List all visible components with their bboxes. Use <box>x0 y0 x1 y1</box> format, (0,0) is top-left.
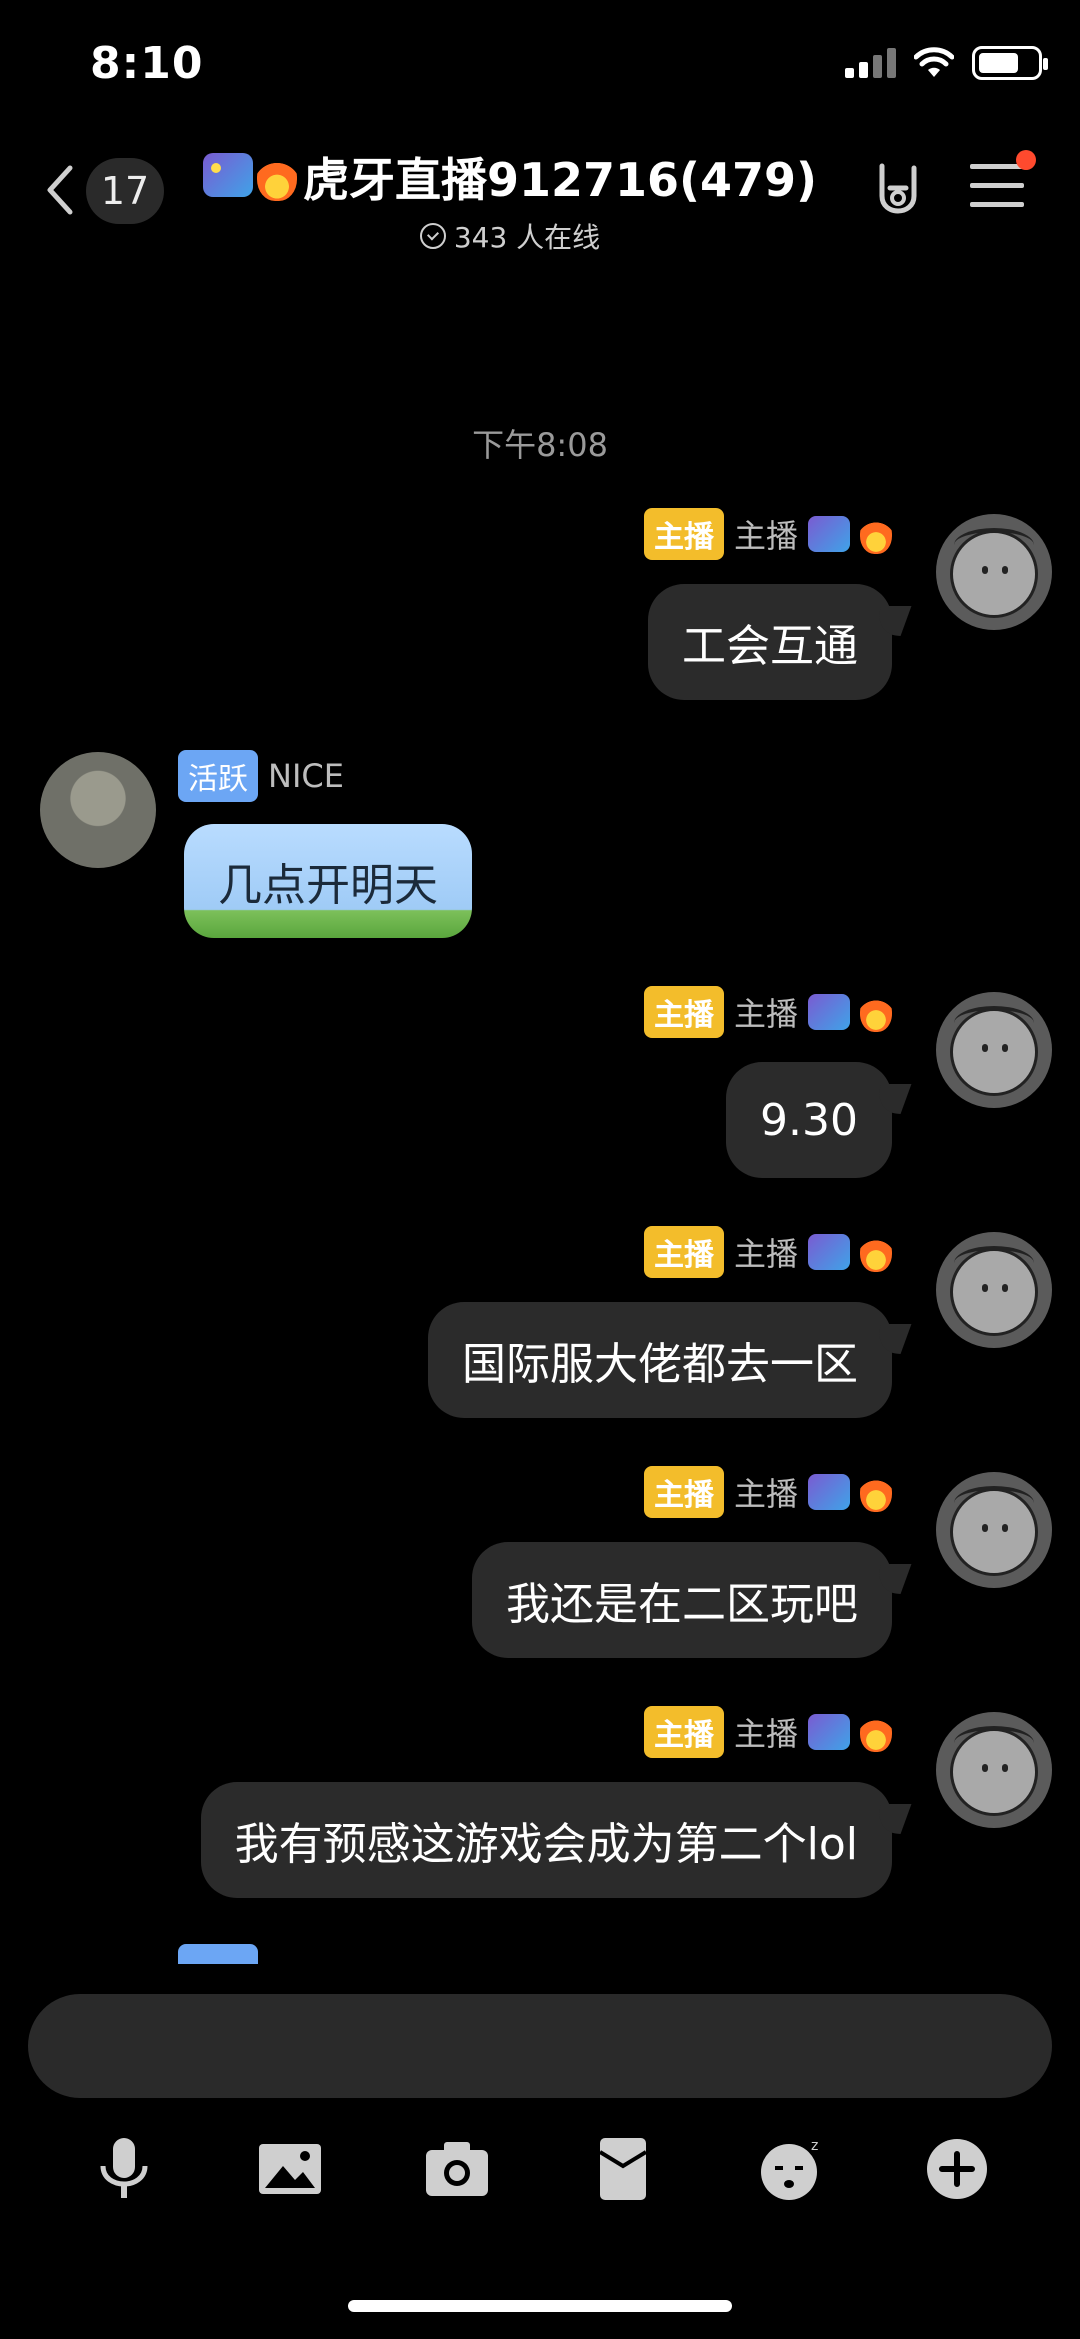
host-avatar[interactable] <box>936 1232 1052 1348</box>
menu-icon[interactable] <box>970 150 1036 214</box>
message-bubble[interactable]: 几点开明天 <box>184 824 472 938</box>
message-bubble[interactable]: 9.30 <box>726 1062 892 1178</box>
home-indicator[interactable] <box>348 2300 732 2312</box>
active-tag: 活跃 <box>178 750 258 802</box>
host-avatar[interactable] <box>936 1472 1052 1588</box>
svg-text:z: z <box>811 2138 818 2154</box>
message-meta: 主播 主播 <box>643 1706 892 1758</box>
dragon-icon <box>808 1474 850 1510</box>
image-icon[interactable] <box>255 2134 325 2204</box>
fire-icon <box>860 1232 892 1272</box>
status-bar: 8:10 <box>0 0 1080 130</box>
host-avatar[interactable] <box>936 992 1052 1108</box>
camera-icon[interactable] <box>422 2134 492 2204</box>
message-bubble[interactable]: 我有预感这游戏会成为第二个lol <box>200 1782 892 1898</box>
chat-header: 17 虎牙直播912716(479) 343 人在线 <box>0 130 1080 260</box>
microphone-icon[interactable] <box>89 2134 159 2204</box>
unread-count-badge[interactable]: 17 <box>86 158 164 224</box>
title-emoji <box>202 153 297 201</box>
sender-name[interactable]: 主播 <box>734 1229 798 1275</box>
dragon-icon <box>808 516 850 552</box>
message-meta: 主播 主播 <box>643 1466 892 1518</box>
partial-message-tag <box>178 1944 258 1964</box>
cellular-signal-icon <box>845 48 896 78</box>
sender-name[interactable]: 主播 <box>734 1709 798 1755</box>
user-avatar[interactable] <box>40 752 156 868</box>
message-meta: 活跃 NICE <box>178 750 344 802</box>
red-packet-icon[interactable] <box>588 2134 658 2204</box>
fire-icon <box>860 1712 892 1752</box>
sender-name[interactable]: 主播 <box>734 1469 798 1515</box>
rock-hand-icon[interactable] <box>868 158 928 222</box>
dragon-icon <box>202 153 253 197</box>
plus-icon[interactable] <box>922 2134 992 2204</box>
host-avatar[interactable] <box>936 1712 1052 1828</box>
wifi-icon <box>914 47 954 77</box>
dragon-icon <box>808 1234 850 1270</box>
fire-icon <box>860 1472 892 1512</box>
sender-name[interactable]: 主播 <box>734 511 798 557</box>
emoji-icon[interactable]: z <box>755 2134 825 2204</box>
message-input[interactable] <box>28 1994 1052 2098</box>
sender-name[interactable]: 主播 <box>734 989 798 1035</box>
host-tag: 主播 <box>643 508 724 560</box>
fire-icon <box>256 153 297 201</box>
dragon-icon <box>808 1714 850 1750</box>
message-bubble[interactable]: 国际服大佬都去一区 <box>428 1302 892 1418</box>
input-toolbar: z <box>0 2120 1080 2220</box>
host-avatar[interactable] <box>936 514 1052 630</box>
group-title: 虎牙直播912716(479) <box>302 153 818 207</box>
host-tag: 主播 <box>643 1466 724 1518</box>
back-arrow-icon[interactable] <box>40 160 80 220</box>
status-icons <box>845 46 1048 80</box>
online-count: 343 人在线 <box>453 221 601 254</box>
host-tag: 主播 <box>643 1706 724 1758</box>
message-meta: 主播 主播 <box>643 986 892 1038</box>
dragon-icon <box>808 994 850 1030</box>
battery-icon <box>972 46 1048 80</box>
sender-name[interactable]: NICE <box>268 757 344 795</box>
host-tag: 主播 <box>643 1226 724 1278</box>
message-bubble[interactable]: 工会互通 <box>648 584 892 700</box>
time-divider: 下午8:08 <box>472 426 608 464</box>
message-meta: 主播 主播 <box>643 1226 892 1278</box>
host-tag: 主播 <box>643 986 724 1038</box>
group-title-area[interactable]: 虎牙直播912716(479) 343 人在线 <box>190 144 830 256</box>
message-meta: 主播 主播 <box>643 508 892 560</box>
fire-icon <box>860 514 892 554</box>
message-bubble[interactable]: 我还是在二区玩吧 <box>472 1542 892 1658</box>
fire-icon <box>860 992 892 1032</box>
notification-dot <box>1016 150 1036 170</box>
online-check-icon <box>419 223 446 249</box>
status-time: 8:10 <box>90 38 204 89</box>
